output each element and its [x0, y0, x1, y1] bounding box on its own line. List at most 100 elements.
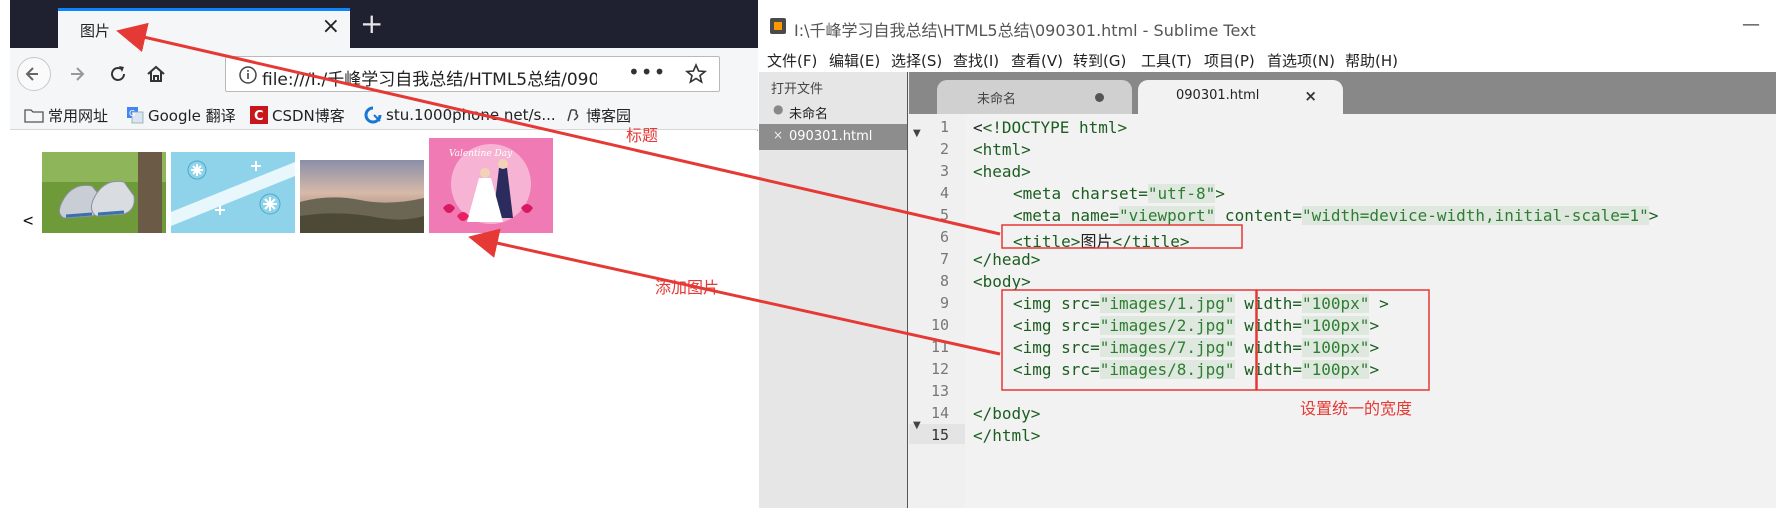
sublime-title-bar: I:\千峰学习自我总结\HTML5总结\090301.html - Sublim…: [759, 0, 1776, 46]
line-number: 14: [930, 404, 949, 422]
csdn-icon: C: [250, 106, 268, 124]
annotation-unified-width: 设置统一的宽度: [1300, 399, 1413, 418]
line-number: 1: [939, 118, 949, 136]
line-number: 15: [930, 426, 949, 444]
bookmark-csdn[interactable]: C CSDN博客: [250, 104, 345, 126]
menu-project[interactable]: 项目(P): [1204, 50, 1255, 71]
browser-toolbar: file:///I:/千峰学习自我总结/HTML5总结/090 •••: [10, 48, 758, 100]
tab-untitled[interactable]: 未命名: [937, 80, 1132, 114]
bookmark-label: CSDN博客: [272, 106, 345, 125]
tab-label: 未命名: [977, 92, 1017, 107]
cnblogs-icon: [567, 109, 579, 122]
sidebar-header: 打开文件: [771, 82, 824, 97]
browser-window: 图片 × + file:///I:/千峰学习自我总结/HTML5总结/090 •…: [10, 0, 758, 508]
stu-site-icon: [364, 106, 382, 124]
code-line-3: <head>: [973, 162, 1031, 181]
sidebar-file-label: 未命名: [789, 107, 829, 122]
menu-bar: 文件(F) 编辑(E) 选择(S) 查找(I) 查看(V) 转到(G) 工具(T…: [759, 46, 1776, 72]
browser-tab-active[interactable]: 图片 ×: [58, 8, 350, 48]
line-number: 3: [939, 162, 949, 180]
bookmark-google-translate[interactable]: G Google 翻译: [126, 104, 236, 126]
annotation-add-image: 添加图片: [655, 278, 720, 297]
url-bar[interactable]: file:///I:/千峰学习自我总结/HTML5总结/090 •••: [225, 56, 720, 92]
bookmark-stu-1000phone[interactable]: stu.1000phone.net/s...: [364, 104, 556, 126]
tab-close-icon[interactable]: ×: [1304, 87, 1317, 105]
bookmark-label: Google 翻译: [148, 106, 236, 125]
menu-file[interactable]: 文件(F): [767, 50, 817, 71]
bookmark-cnblogs[interactable]: 博客园: [564, 104, 631, 126]
code-line-9: <img src="images/1.jpg" width="100px" >: [1013, 294, 1389, 313]
code-line-6: <title>图片</title>: [1013, 232, 1190, 251]
menu-find[interactable]: 查找(I): [953, 50, 999, 71]
code-line-14: </body>: [973, 404, 1041, 423]
sneakers-image: [42, 152, 166, 233]
page-actions-icon[interactable]: •••: [628, 60, 666, 84]
menu-goto[interactable]: 转到(G): [1073, 50, 1126, 71]
code-line-15: </html>: [973, 426, 1041, 445]
tab-090301[interactable]: 090301.html ×: [1138, 80, 1343, 114]
code-line-8: <body>: [973, 272, 1031, 291]
valentine-couple-image: Valentine Day: [429, 138, 553, 233]
svg-text:Valentine Day: Valentine Day: [449, 149, 513, 159]
line-number: 8: [939, 272, 949, 290]
new-tab-button[interactable]: +: [360, 10, 383, 38]
line-number: 2: [939, 140, 949, 158]
snowflake-pattern-image: [171, 152, 295, 233]
line-number-gutter: ▼ ▼ 1 2 3 4 5 6 7 8 9 10 11 12 13 14 15: [909, 114, 965, 508]
page-content: < Valentine Day: [10, 131, 758, 508]
bookmark-star-icon[interactable]: [684, 62, 708, 86]
forward-button[interactable]: [62, 58, 94, 90]
code-line-7: </head>: [973, 250, 1041, 269]
code-line-12: <img src="images/8.jpg" width="100px">: [1013, 360, 1380, 379]
back-arrow-icon: [25, 67, 38, 81]
tab-close-icon[interactable]: ×: [322, 16, 340, 38]
unsaved-dot-icon: [1095, 93, 1104, 102]
sidebar-file-090301[interactable]: × 090301.html: [759, 124, 907, 150]
svg-text:C: C: [254, 109, 264, 124]
code-line-10: <img src="images/2.jpg" width="100px">: [1013, 316, 1380, 335]
url-text[interactable]: file:///I:/千峰学习自我总结/HTML5总结/090: [262, 65, 597, 90]
sublime-logo-icon: [770, 18, 786, 34]
google-translate-icon: G: [127, 107, 144, 124]
home-icon: [147, 65, 165, 82]
sidebar: 打开文件 ● 未命名 × 090301.html: [759, 72, 908, 508]
bookmark-label: stu.1000phone.net/s...: [386, 106, 556, 124]
close-icon[interactable]: ×: [773, 128, 783, 142]
code-line-5: <meta name="viewport" content="width=dev…: [1013, 206, 1659, 225]
back-button[interactable]: [17, 57, 51, 91]
svg-text:G: G: [129, 109, 135, 118]
reload-button[interactable]: [102, 58, 134, 90]
editor-tab-bar: 未命名 090301.html ×: [909, 72, 1776, 114]
line-number: 12: [930, 360, 949, 378]
code-line-2: <html>: [973, 140, 1031, 159]
line-number: 6: [939, 228, 949, 246]
browser-tab-bar: 图片 × +: [10, 0, 758, 48]
code-line-11: <img src="images/7.jpg" width="100px">: [1013, 338, 1380, 357]
home-button[interactable]: [140, 58, 172, 90]
tab-label: 090301.html: [1176, 88, 1260, 103]
tab-title: 图片: [80, 22, 111, 40]
stray-text: <: [23, 211, 34, 231]
sidebar-file-untitled[interactable]: ● 未命名: [759, 98, 907, 124]
landscape-image: [300, 160, 424, 233]
unsaved-dot-icon: ●: [773, 102, 784, 116]
menu-view[interactable]: 查看(V): [1011, 50, 1063, 71]
line-number: 7: [939, 250, 949, 268]
minimize-button[interactable]: —: [1742, 14, 1760, 35]
line-number: 13: [930, 382, 949, 400]
menu-preferences[interactable]: 首选项(N): [1267, 50, 1335, 71]
sidebar-file-label: 090301.html: [789, 129, 873, 144]
menu-selection[interactable]: 选择(S): [891, 50, 942, 71]
menu-help[interactable]: 帮助(H): [1345, 50, 1398, 71]
info-icon[interactable]: [238, 65, 258, 85]
folder-icon: [24, 109, 44, 123]
line-number: 5: [939, 206, 949, 224]
code-line-4: <meta charset="utf-8">: [1013, 184, 1225, 203]
reload-icon: [111, 66, 125, 81]
menu-tools[interactable]: 工具(T): [1141, 50, 1192, 71]
bookmark-folder-common[interactable]: 常用网址: [24, 104, 108, 126]
line-number: 11: [930, 338, 949, 356]
code-editor[interactable]: <<!DOCTYPE html> <html> <head> <meta cha…: [965, 114, 1776, 508]
annotation-title: 标题: [626, 126, 659, 145]
menu-edit[interactable]: 编辑(E): [829, 50, 880, 71]
